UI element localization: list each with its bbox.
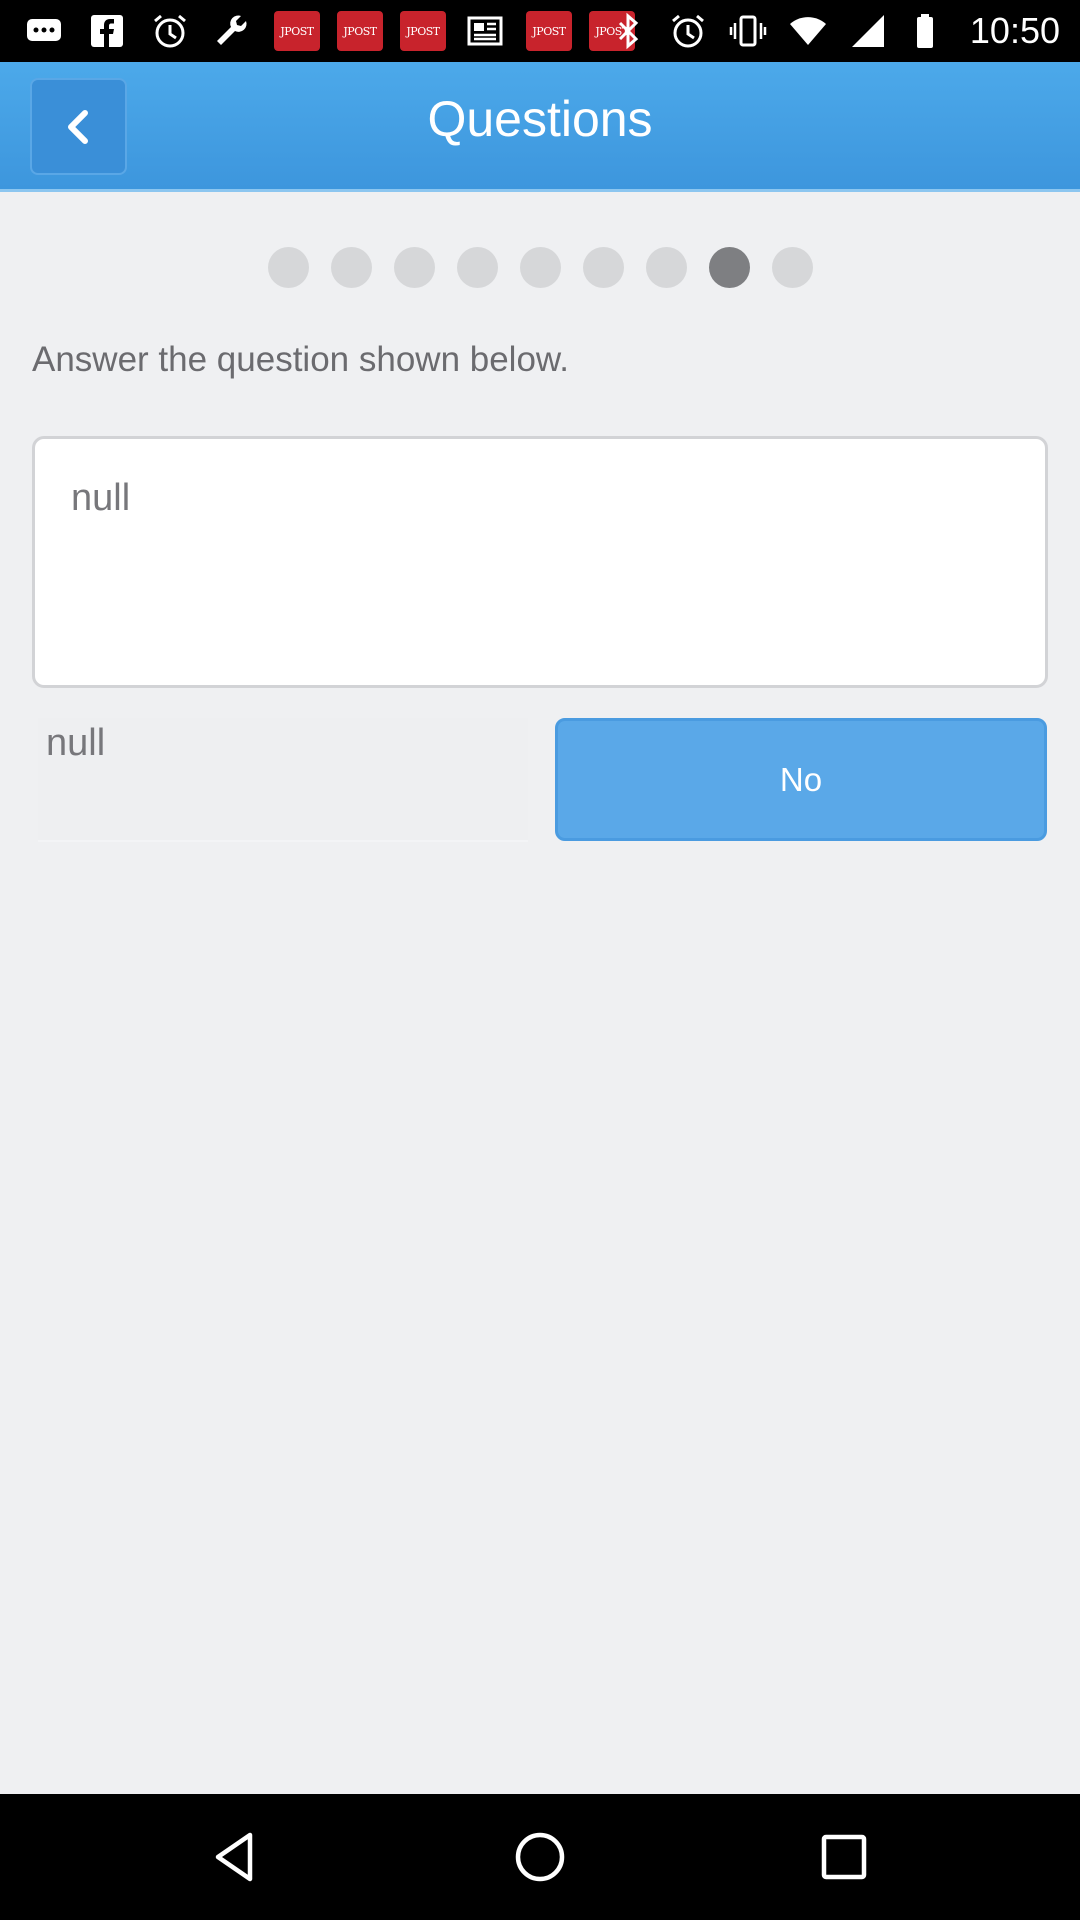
nav-back-button[interactable] — [206, 1827, 266, 1887]
progress-dot — [330, 247, 372, 288]
wifi-icon — [786, 9, 830, 53]
progress-dot — [393, 247, 435, 288]
facebook-icon — [85, 9, 129, 53]
answer-option-text[interactable]: null — [38, 718, 528, 842]
status-bar: JPOST JPOST JPOST JPOST JPOST 10:50 — [0, 0, 1080, 62]
nav-recents-button[interactable] — [814, 1827, 874, 1887]
triangle-back-icon — [215, 1832, 253, 1882]
status-time: 10:50 — [969, 10, 1060, 51]
header-bar: Questions — [0, 62, 1080, 192]
jpost-icon: JPOST — [526, 11, 572, 51]
progress-dot-active — [708, 247, 750, 288]
alarm-icon — [666, 9, 710, 53]
progress-dot — [267, 247, 309, 288]
jpost-icon: JPOST — [400, 11, 446, 51]
jpost-icon: JPOST — [337, 11, 383, 51]
vibrate-icon — [726, 9, 770, 53]
news-icon — [463, 9, 507, 53]
progress-dots — [0, 247, 1080, 288]
instruction-text: Answer the question shown below. — [32, 340, 569, 379]
bluetooth-icon — [606, 9, 650, 53]
question-box: null — [32, 436, 1048, 688]
question-text: null — [71, 477, 131, 519]
progress-dot — [582, 247, 624, 288]
progress-dot — [519, 247, 561, 288]
page-title: Questions — [427, 91, 653, 147]
answer-option-label: null — [46, 722, 106, 764]
square-recents-icon — [821, 1834, 867, 1880]
circle-home-icon — [515, 1832, 565, 1882]
nav-home-button[interactable] — [510, 1827, 570, 1887]
no-button[interactable]: No — [555, 718, 1047, 841]
alarm-icon — [148, 9, 192, 53]
messages-icon — [22, 9, 66, 53]
wrench-icon — [211, 9, 255, 53]
progress-dot — [456, 247, 498, 288]
battery-icon — [906, 9, 950, 53]
progress-dot — [771, 247, 813, 288]
signal-icon — [846, 9, 890, 53]
progress-dot — [645, 247, 687, 288]
navigation-bar — [0, 1794, 1080, 1920]
jpost-icon: JPOST — [274, 11, 320, 51]
